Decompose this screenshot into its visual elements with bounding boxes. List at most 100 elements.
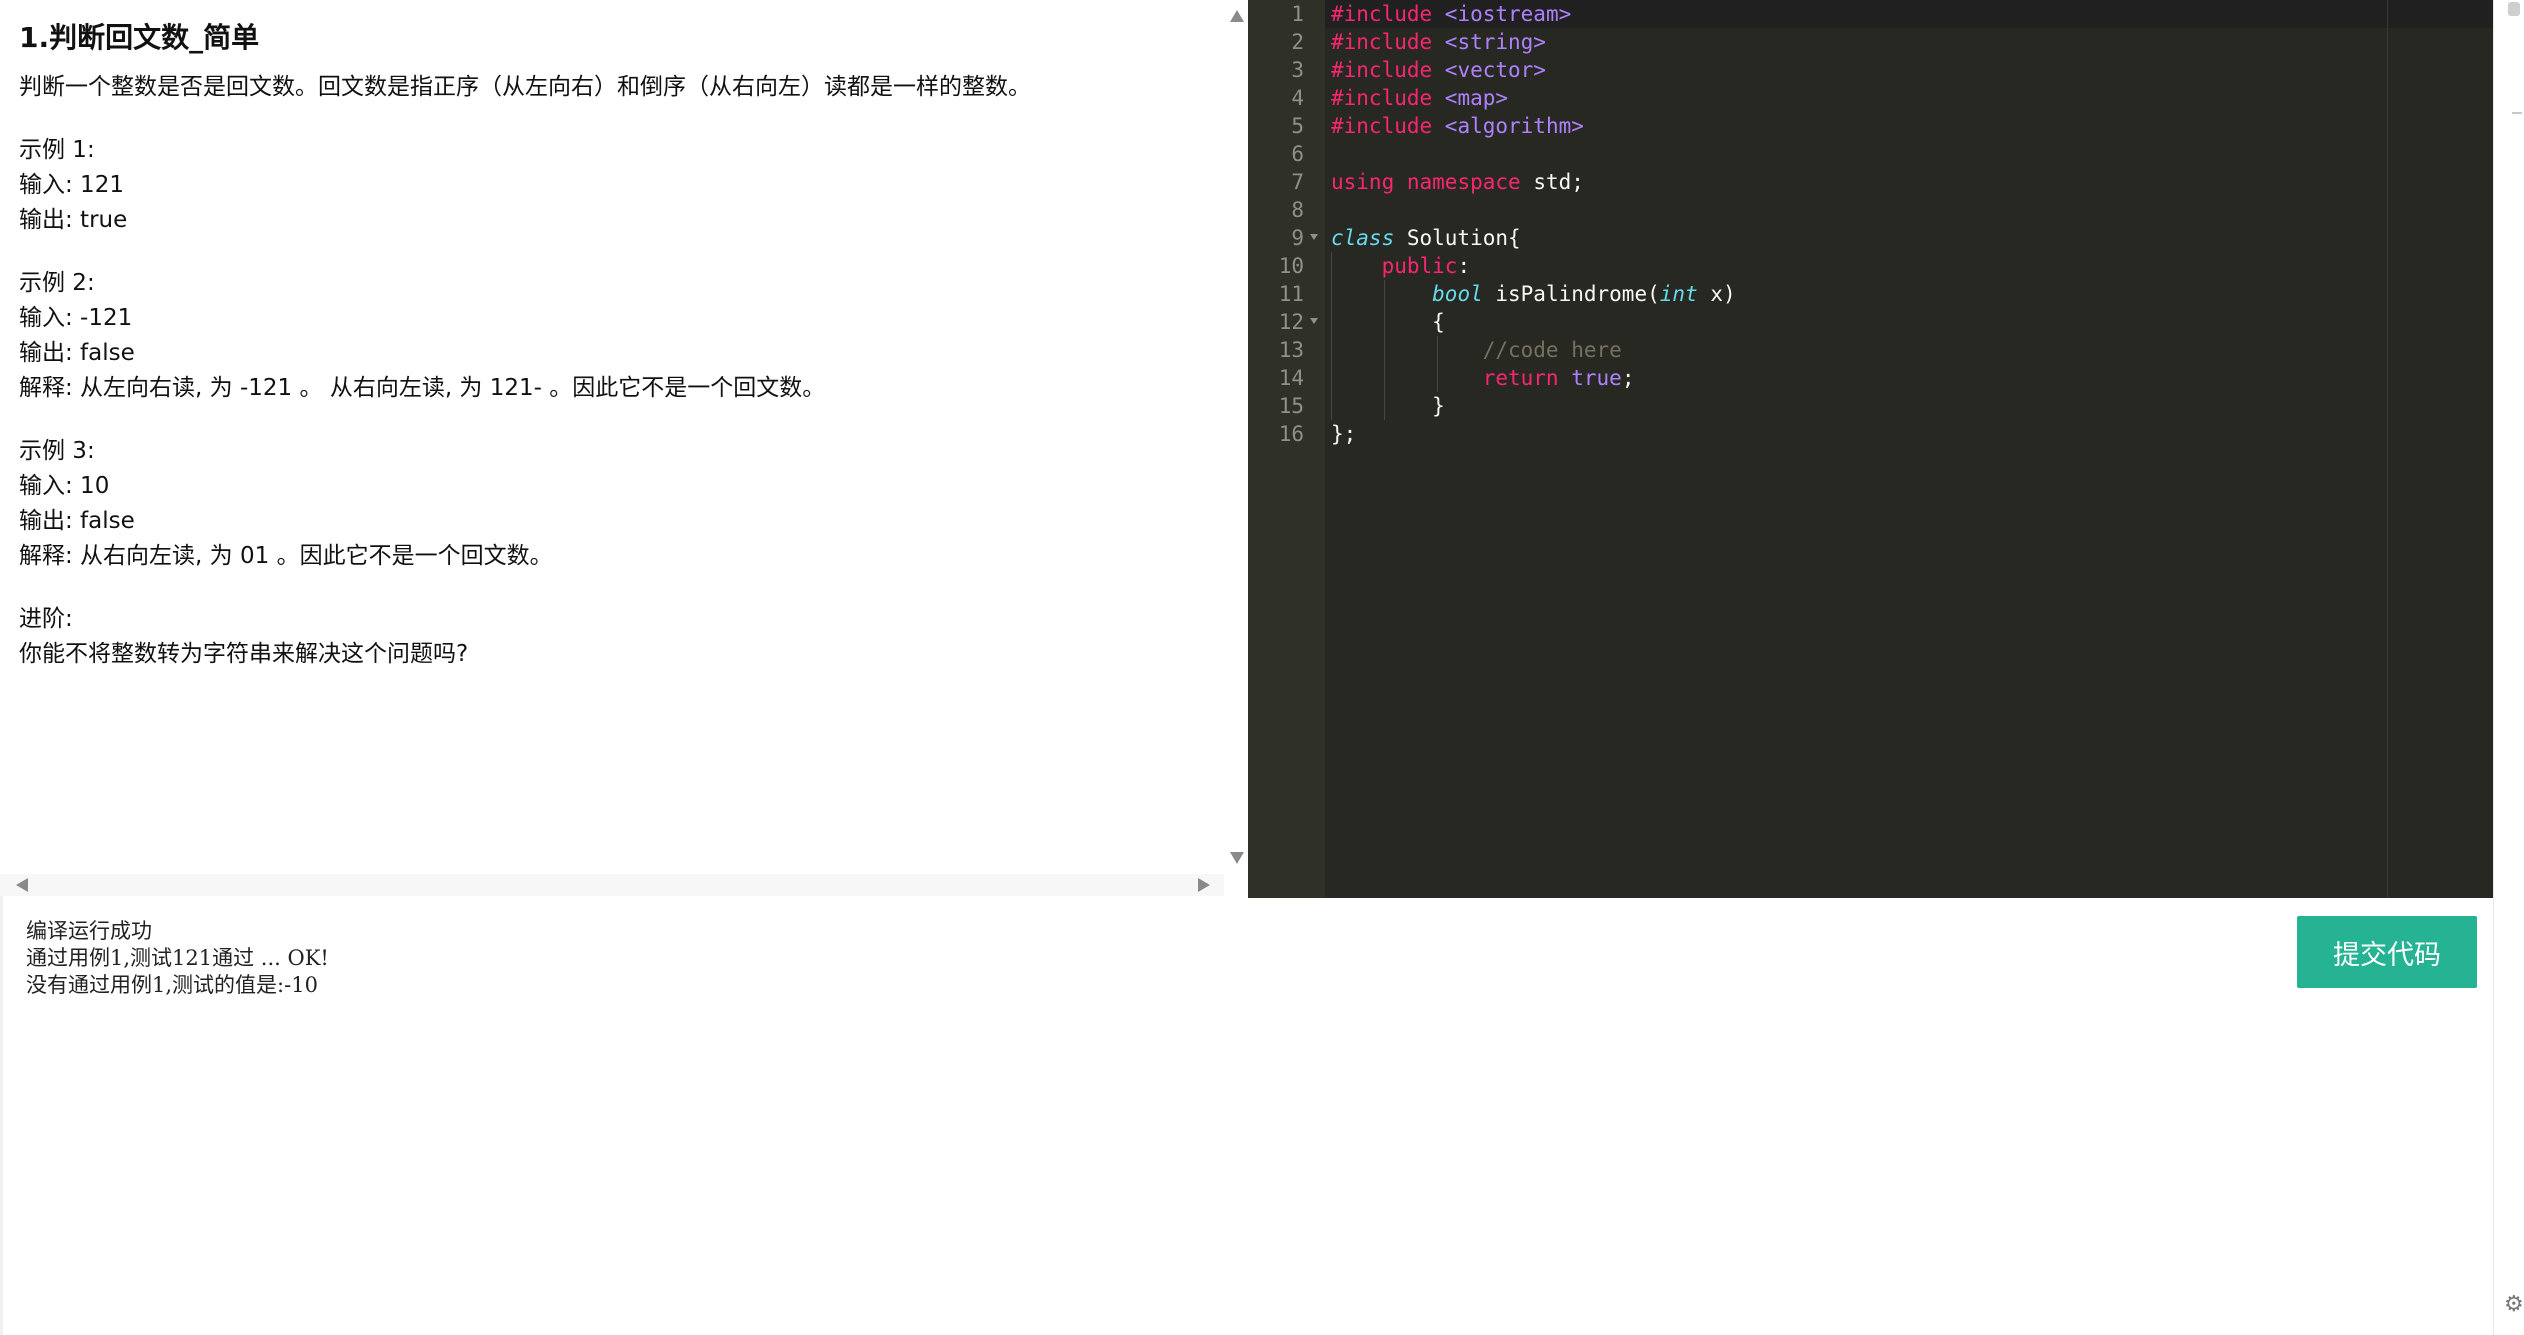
code-line[interactable]: #include <string> (1331, 28, 1546, 56)
right-side-strip: ⚙ (2493, 0, 2524, 1335)
include-header: <string> (1432, 30, 1546, 54)
preprocessor-directive: #include (1331, 2, 1433, 26)
scroll-left-arrow-icon[interactable] (16, 878, 28, 892)
example-3-explanation: 解释: 从右向左读, 为 01 。因此它不是一个回文数。 (19, 543, 553, 569)
line-number: 7 (1291, 170, 1304, 194)
code-text: Solution{ (1394, 226, 1521, 250)
example-3-output: 输出: false (19, 508, 135, 534)
output-line: 编译运行成功 (26, 919, 152, 943)
example-1-heading: 示例 1: (19, 137, 95, 163)
output-line: 通过用例1,测试121通过 ... OK! (26, 946, 329, 970)
code-line[interactable]: #include <vector> (1331, 56, 1546, 84)
scroll-right-arrow-icon[interactable] (1198, 878, 1210, 892)
code-text: x) (1697, 282, 1736, 306)
example-2-heading: 示例 2: (19, 270, 95, 296)
code-line[interactable]: return true; (1331, 364, 1635, 392)
keyword: public (1381, 254, 1458, 278)
line-number: 8 (1291, 198, 1304, 222)
literal: true (1571, 366, 1622, 390)
type-keyword: int (1659, 282, 1698, 306)
editor-gutter: 1 2 3 4 5 6 7 8 9 10 11 12 13 14 15 16 (1248, 0, 1325, 898)
code-line[interactable]: //code here (1331, 336, 1622, 364)
type-keyword: bool (1432, 282, 1483, 306)
line-number: 1 (1291, 2, 1304, 26)
code-line[interactable]: #include <iostream> (1331, 0, 1571, 28)
code-line[interactable]: }; (1331, 420, 1356, 448)
code-comment: //code here (1482, 338, 1622, 362)
code-text: } (1432, 394, 1445, 418)
problem-line: 判断一个整数是否是回文数。回文数是指正序（从左向右）和倒序（从右向左）读都是一样… (19, 74, 1031, 100)
line-number: 4 (1291, 86, 1304, 110)
example-1-input: 输入: 121 (19, 172, 124, 198)
include-header: <vector> (1432, 58, 1546, 82)
code-text: : (1457, 254, 1471, 278)
code-line[interactable]: } (1331, 392, 1445, 420)
fold-arrow-icon[interactable] (1310, 318, 1318, 324)
advanced-heading: 进阶: (19, 606, 73, 632)
code-text: isPalindrome( (1482, 282, 1660, 306)
line-number: 6 (1291, 142, 1304, 166)
code-text: ; (1621, 366, 1635, 390)
problem-pane[interactable]: 1.判断回文数_简单 判断一个整数是否是回文数。回文数是指正序（从左向右）和倒序… (0, 0, 1248, 896)
output-line: 没有通过用例1,测试的值是:-10 (26, 973, 318, 997)
line-number: 12 (1278, 310, 1304, 334)
keyword: namespace (1406, 170, 1521, 194)
preprocessor-directive: #include (1331, 86, 1433, 110)
divider (2512, 112, 2522, 114)
example-2-output: 输出: false (19, 340, 135, 366)
line-number: 10 (1278, 254, 1304, 278)
advanced-question: 你能不将整数转为字符串来解决这个问题吗? (19, 641, 469, 667)
scroll-up-arrow-icon[interactable] (1230, 10, 1244, 22)
problem-title: 1.判断回文数_简单 (19, 21, 260, 54)
code-line[interactable]: class Solution{ (1331, 224, 1521, 252)
line-number: 9 (1291, 226, 1304, 250)
submit-code-button[interactable]: 提交代码 (2297, 916, 2477, 988)
include-header: <algorithm> (1432, 114, 1584, 138)
fold-arrow-icon[interactable] (1310, 234, 1318, 240)
problem-description: 判断一个整数是否是回文数。回文数是指正序（从左向右）和倒序（从右向左）读都是一样… (19, 70, 1219, 672)
divider (0, 896, 3, 1335)
keyword: return (1482, 366, 1559, 390)
problem-horizontal-scrollbar[interactable] (0, 874, 1224, 896)
code-text: }; (1331, 422, 1357, 446)
include-header: <iostream> (1432, 2, 1572, 26)
preprocessor-directive: #include (1331, 114, 1433, 138)
keyword: class (1331, 226, 1395, 250)
code-line[interactable]: public: (1331, 252, 1471, 280)
code-line[interactable]: #include <map> (1331, 84, 1508, 112)
line-number: 11 (1278, 282, 1304, 306)
code-line[interactable]: bool isPalindrome(int x) (1331, 280, 1736, 308)
output-console: 编译运行成功通过用例1,测试121通过 ... OK! 没有通过用例1,测试的值是… (26, 918, 1626, 999)
user-icon[interactable] (2508, 2, 2520, 16)
problem-vertical-scrollbar[interactable] (1224, 0, 1248, 870)
preprocessor-directive: #include (1331, 30, 1433, 54)
code-text: std; (1520, 170, 1584, 194)
print-margin (2387, 0, 2388, 898)
keyword: using (1331, 170, 1395, 194)
example-1-output: 输出: true (19, 207, 128, 233)
scroll-down-arrow-icon[interactable] (1230, 852, 1244, 864)
preprocessor-directive: #include (1331, 58, 1433, 82)
example-3-heading: 示例 3: (19, 438, 95, 464)
example-3-input: 输入: 10 (19, 473, 110, 499)
line-number: 5 (1291, 114, 1304, 138)
line-number: 15 (1278, 394, 1304, 418)
include-header: <map> (1432, 86, 1509, 110)
line-number: 13 (1278, 338, 1304, 362)
code-text: { (1432, 310, 1445, 334)
code-line[interactable]: #include <algorithm> (1331, 112, 1584, 140)
example-2-explanation: 解释: 从左向右读, 为 -121 。 从右向左读, 为 121- 。因此它不是… (19, 375, 826, 401)
code-editor[interactable]: 1 2 3 4 5 6 7 8 9 10 11 12 13 14 15 16 #… (1248, 0, 2493, 898)
code-line[interactable]: using namespace std; (1331, 168, 1584, 196)
line-number: 16 (1278, 422, 1304, 446)
line-number: 2 (1291, 30, 1304, 54)
code-line[interactable]: { (1331, 308, 1445, 336)
line-number: 14 (1278, 366, 1304, 390)
line-number: 3 (1291, 58, 1304, 82)
example-2-input: 输入: -121 (19, 305, 133, 331)
gear-icon[interactable]: ⚙ (2504, 1292, 2524, 1317)
